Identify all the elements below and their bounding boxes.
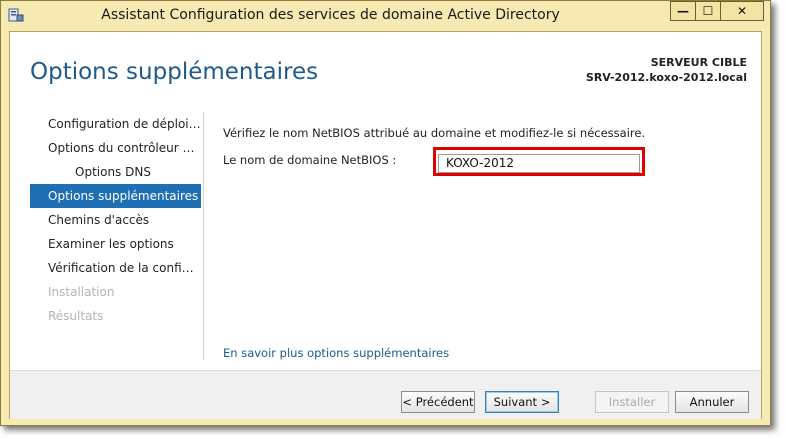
target-server-value: SRV-2012.koxo-2012.local <box>585 71 747 84</box>
wizard-client-area: Options supplémentaires SERVEUR CIBLE SR… <box>9 31 762 419</box>
previous-button[interactable]: < Précédent <box>401 391 475 413</box>
nav-item-paths[interactable]: Chemins d'accès <box>30 208 201 232</box>
nav-item-results: Résultats <box>48 309 104 323</box>
next-button[interactable]: Suivant > <box>485 391 559 413</box>
install-button: Installer <box>595 391 669 413</box>
target-server-label: SERVEUR CIBLE <box>650 56 747 69</box>
maximize-button[interactable]: ☐ <box>695 1 721 21</box>
title-bar[interactable]: Assistant Configuration des services de … <box>1 1 770 31</box>
window-title: Assistant Configuration des services de … <box>101 7 560 23</box>
cancel-button[interactable]: Annuler <box>675 391 749 413</box>
close-button[interactable]: ✕ <box>720 1 764 21</box>
window-controls: — ☐ ✕ <box>670 1 764 21</box>
nav-divider <box>203 112 204 360</box>
nav-item-dns-options[interactable]: Options DNS <box>30 160 201 184</box>
nav-item-review-options[interactable]: Examiner les options <box>30 232 201 256</box>
wizard-step-nav: Configuration de déploie... Options du c… <box>30 112 201 328</box>
wizard-window: Assistant Configuration des services de … <box>0 0 771 426</box>
minimize-icon: — <box>677 4 689 18</box>
nav-item-deployment-config[interactable]: Configuration de déploie... <box>30 112 201 136</box>
wizard-footer: < Précédent Suivant > Installer Annuler <box>10 370 761 419</box>
server-manager-icon <box>8 7 24 23</box>
help-link[interactable]: En savoir plus options supplémentaires <box>223 346 449 360</box>
nav-item-additional-options[interactable]: Options supplémentaires <box>30 184 201 208</box>
page-title: Options supplémentaires <box>30 59 319 85</box>
netbios-label: Le nom de domaine NetBIOS : <box>223 153 397 167</box>
netbios-name-input[interactable] <box>438 153 640 173</box>
instruction-text: Vérifiez le nom NetBIOS attribué au doma… <box>223 126 646 140</box>
maximize-icon: ☐ <box>702 4 714 18</box>
nav-item-dc-options[interactable]: Options du contrôleur de... <box>30 136 201 160</box>
close-icon: ✕ <box>736 4 748 18</box>
minimize-button[interactable]: — <box>670 1 696 21</box>
nav-item-prerequisites-check[interactable]: Vérification de la configur... <box>30 256 201 280</box>
nav-item-installation: Installation <box>48 285 115 299</box>
netbios-highlight <box>433 147 645 176</box>
